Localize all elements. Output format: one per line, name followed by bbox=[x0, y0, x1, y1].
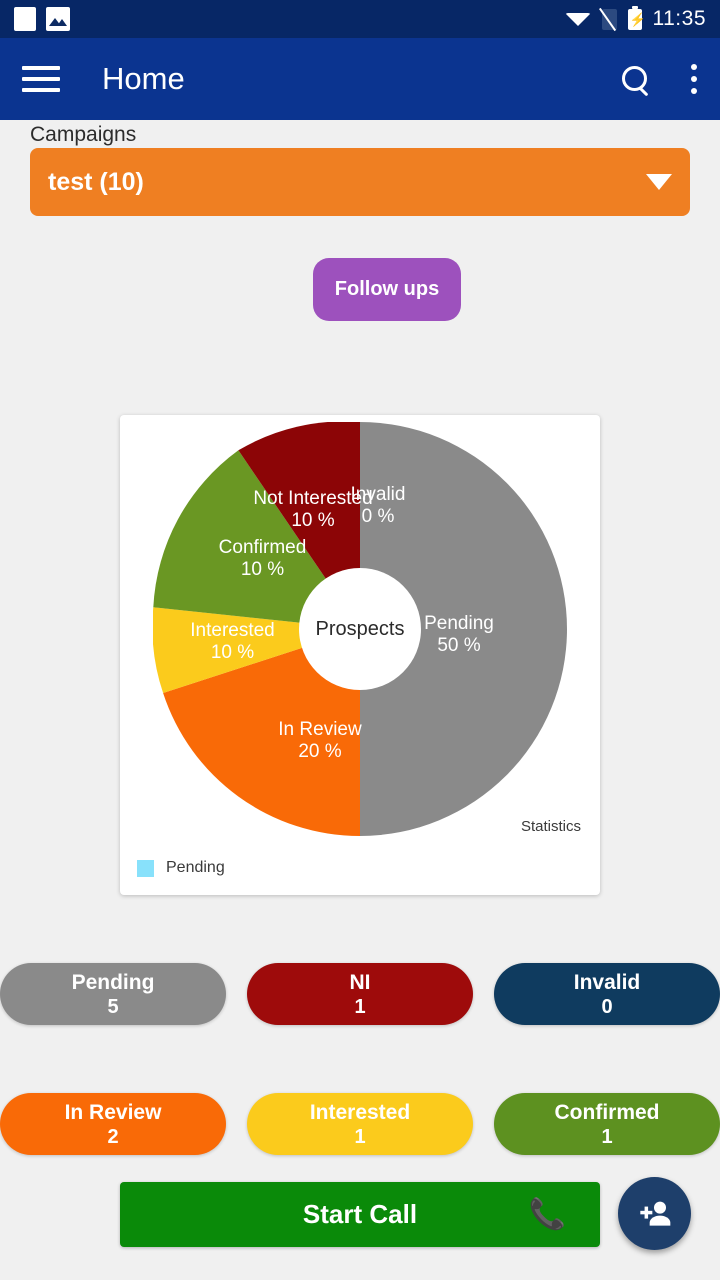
app-root: 11:35 Home Campaigns test (10) Follow up… bbox=[0, 0, 720, 1280]
stat-pill-interested-name: Interested bbox=[309, 1100, 411, 1124]
statistics-chart-card: Prospects Pending 50 % In Review 20 % In… bbox=[120, 415, 600, 895]
pie-center-label: Prospects bbox=[315, 617, 405, 640]
chevron-down-icon bbox=[646, 174, 672, 190]
hamburger-bar bbox=[22, 77, 60, 81]
wifi-icon bbox=[564, 12, 591, 26]
stat-pill-pending-count: 5 bbox=[107, 995, 119, 1018]
start-call-button[interactable]: Start Call 📞 bbox=[120, 1182, 600, 1247]
status-bar-notifications bbox=[14, 7, 70, 31]
kebab-dot bbox=[691, 76, 697, 82]
stat-pill-confirmed-name: Confirmed bbox=[554, 1100, 660, 1124]
search-icon[interactable] bbox=[620, 64, 650, 94]
status-bar-system-icons: 11:35 bbox=[564, 5, 707, 31]
chart-caption: Statistics bbox=[520, 818, 581, 835]
stat-pill-pending[interactable]: Pending 5 bbox=[0, 963, 226, 1025]
campaigns-label: Campaigns bbox=[30, 123, 137, 146]
hamburger-bar bbox=[22, 88, 60, 92]
person-add-icon bbox=[639, 1201, 670, 1226]
stat-pill-invalid[interactable]: Invalid 0 bbox=[494, 963, 720, 1025]
page-title: Home bbox=[102, 61, 185, 96]
phone-call-icon: 📞 bbox=[528, 1197, 566, 1231]
stat-pill-invalid-name: Invalid bbox=[573, 970, 641, 994]
hamburger-bar bbox=[22, 66, 60, 70]
stat-pill-interested[interactable]: Interested 1 bbox=[247, 1093, 473, 1155]
campaign-dropdown[interactable]: test (10) bbox=[30, 148, 690, 216]
hamburger-icon[interactable] bbox=[22, 66, 60, 92]
stat-pill-confirmed[interactable]: Confirmed 1 bbox=[494, 1093, 720, 1155]
status-bar-clock: 11:35 bbox=[652, 7, 706, 30]
app-bar: Home bbox=[0, 38, 720, 120]
stat-pill-confirmed-count: 1 bbox=[601, 1125, 613, 1148]
stat-pill-in-review-count: 2 bbox=[107, 1125, 119, 1148]
stat-pill-ni[interactable]: NI 1 bbox=[247, 963, 473, 1025]
kebab-menu-icon[interactable] bbox=[690, 64, 698, 94]
stat-pill-in-review[interactable]: In Review 2 bbox=[0, 1093, 226, 1155]
start-call-label: Start Call bbox=[302, 1199, 418, 1229]
campaign-selected-value: test (10) bbox=[48, 167, 144, 196]
stat-pill-row-2: In Review 2 Interested 1 Confirmed 1 bbox=[0, 1093, 720, 1155]
stat-pill-invalid-count: 0 bbox=[601, 995, 613, 1018]
legend-swatch-pending bbox=[137, 859, 154, 877]
app-bar-actions bbox=[620, 64, 698, 94]
notification-square-icon bbox=[14, 7, 36, 31]
kebab-dot bbox=[691, 88, 697, 94]
stat-pill-in-review-name: In Review bbox=[64, 1100, 162, 1124]
legend-label-pending: Pending bbox=[166, 859, 225, 876]
add-prospect-fab[interactable] bbox=[618, 1177, 691, 1250]
stat-pill-pending-name: Pending bbox=[71, 970, 155, 994]
kebab-dot bbox=[691, 64, 697, 70]
follow-ups-label: Follow ups bbox=[334, 278, 440, 300]
follow-ups-button[interactable]: Follow ups bbox=[313, 258, 461, 321]
stat-pill-interested-count: 1 bbox=[354, 1125, 366, 1148]
sim-off-icon bbox=[601, 8, 617, 30]
stat-pill-row-1: Pending 5 NI 1 Invalid 0 bbox=[0, 963, 720, 1025]
stat-pill-ni-count: 1 bbox=[354, 995, 366, 1018]
chart-legend: Pending bbox=[137, 859, 225, 877]
status-bar: 11:35 bbox=[0, 0, 720, 38]
stat-pill-ni-name: NI bbox=[349, 970, 371, 994]
notification-image-icon bbox=[46, 7, 70, 31]
prospects-pie-chart: Prospects Pending 50 % In Review 20 % In… bbox=[153, 422, 567, 836]
battery-charging-icon bbox=[627, 5, 646, 30]
